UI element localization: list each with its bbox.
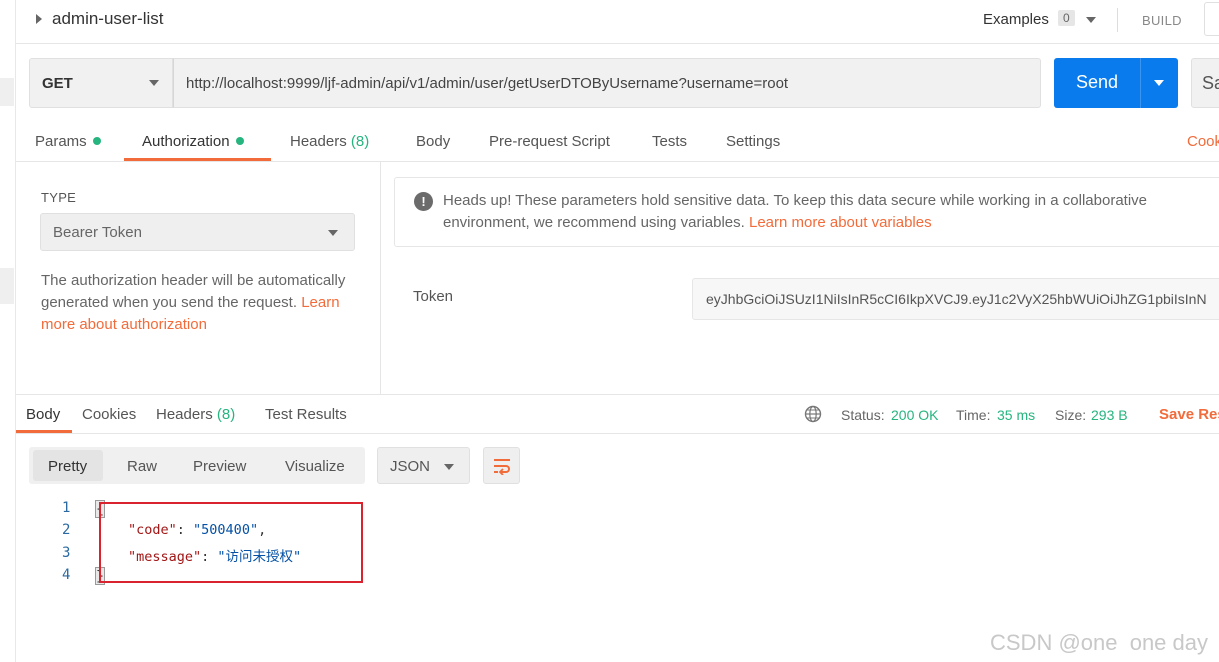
wrap-lines-icon (494, 459, 510, 475)
response-tab-test-results[interactable]: Test Results (265, 406, 347, 423)
send-options-chevron-icon[interactable] (1154, 80, 1164, 86)
alert-message: Heads up! These parameters hold sensitiv… (443, 190, 1219, 234)
line-number: 1 (62, 500, 71, 516)
response-tab-cookies[interactable]: Cookies (82, 406, 136, 423)
response-tab-body[interactable]: Body (26, 406, 60, 423)
tab-settings[interactable]: Settings (726, 133, 780, 150)
expand-caret-icon[interactable] (36, 14, 42, 24)
format-value: JSON (390, 458, 431, 475)
tab-label: Params (35, 133, 87, 150)
alert-exclamation-icon: ! (414, 192, 433, 211)
wrap-lines-button[interactable] (483, 447, 520, 484)
save-label: Sa (1202, 73, 1219, 93)
tab-params[interactable]: Params (35, 133, 101, 150)
learn-more-variables-link[interactable]: Learn more about variables (749, 214, 932, 231)
sensitive-data-alert: ! Heads up! These parameters hold sensit… (394, 177, 1219, 247)
view-mode-preview[interactable]: Preview (193, 458, 246, 475)
time-label: Time: (956, 407, 991, 423)
response-divider (16, 394, 1219, 395)
headers-count: (8) (216, 406, 236, 423)
auth-description: The authorization header will be automat… (41, 270, 361, 336)
line-number: 3 (62, 545, 71, 561)
save-button[interactable]: Sa (1191, 58, 1219, 108)
tab-tests[interactable]: Tests (652, 133, 687, 150)
status-dot (92, 137, 101, 146)
size-label: Size: (1055, 407, 1087, 423)
examples-dropdown-icon[interactable] (1086, 17, 1096, 23)
line-number: 2 (62, 522, 71, 538)
send-label: Send (1076, 72, 1119, 92)
url-value: http://localhost:9999/ljf-admin/api/v1/a… (186, 75, 789, 92)
auth-type-value: Bearer Token (53, 224, 142, 241)
headers-count: (8) (350, 133, 370, 150)
active-tab-indicator (124, 158, 271, 161)
status-dot (235, 137, 244, 146)
format-select[interactable]: JSON (377, 447, 470, 484)
globe-icon[interactable] (804, 405, 822, 423)
token-value: eyJhbGciOiJSUzI1NiIsInR5cCI6IkpXVCJ9.eyJ… (706, 291, 1207, 307)
divider (1117, 8, 1118, 32)
active-response-tab-indicator (16, 430, 72, 433)
chevron-down-icon (149, 80, 159, 86)
size-value[interactable]: 293 B (1091, 407, 1128, 423)
gutter-marker (0, 78, 14, 106)
chevron-down-icon (328, 230, 338, 236)
time-value[interactable]: 35 ms (997, 407, 1035, 423)
view-mode-pretty[interactable]: Pretty (48, 458, 87, 475)
highlight-annotation-box (99, 502, 363, 583)
method-value: GET (42, 75, 73, 92)
view-mode-visualize[interactable]: Visualize (285, 458, 345, 475)
view-mode-raw[interactable]: Raw (127, 458, 157, 475)
tab-label: Headers (290, 133, 347, 150)
watermark: CSDN @one one day (990, 630, 1209, 655)
status-label: Status: (841, 407, 885, 423)
save-response-button[interactable]: Save Res (1159, 406, 1219, 423)
tab-body[interactable]: Body (416, 133, 450, 150)
tab-authorization[interactable]: Authorization (142, 133, 244, 150)
type-label: TYPE (41, 190, 77, 205)
cookies-link[interactable]: Cook (1187, 133, 1219, 150)
send-button[interactable]: Send (1054, 58, 1178, 108)
chevron-down-icon (444, 464, 454, 470)
examples-count-badge: 0 (1058, 10, 1075, 26)
url-input[interactable]: http://localhost:9999/ljf-admin/api/v1/a… (173, 58, 1041, 108)
divider (1140, 58, 1141, 108)
examples-label[interactable]: Examples (983, 11, 1049, 28)
token-label: Token (413, 288, 454, 305)
build-button[interactable]: BUILD (1142, 13, 1182, 28)
auth-type-select[interactable]: Bearer Token (40, 213, 355, 251)
tab-label: Authorization (142, 133, 230, 150)
request-name[interactable]: admin-user-list (52, 9, 163, 29)
tab-label: Headers (156, 406, 213, 423)
method-select[interactable]: GET (29, 58, 173, 108)
gutter-marker (0, 268, 14, 304)
line-number: 4 (62, 567, 71, 583)
tabs-divider (16, 161, 1219, 162)
tab-prerequest-script[interactable]: Pre-request Script (489, 133, 610, 150)
token-input[interactable]: eyJhbGciOiJSUzI1NiIsInR5cCI6IkpXVCJ9.eyJ… (692, 278, 1219, 320)
auth-description-text: The authorization header will be automat… (41, 272, 346, 311)
status-value[interactable]: 200 OK (891, 407, 938, 423)
response-tabs-divider (16, 433, 1219, 434)
response-tab-headers[interactable]: Headers (8) (156, 406, 235, 423)
tab-headers[interactable]: Headers (8) (290, 133, 369, 150)
panel-divider (380, 162, 381, 394)
edit-toggle-button[interactable] (1204, 2, 1219, 36)
